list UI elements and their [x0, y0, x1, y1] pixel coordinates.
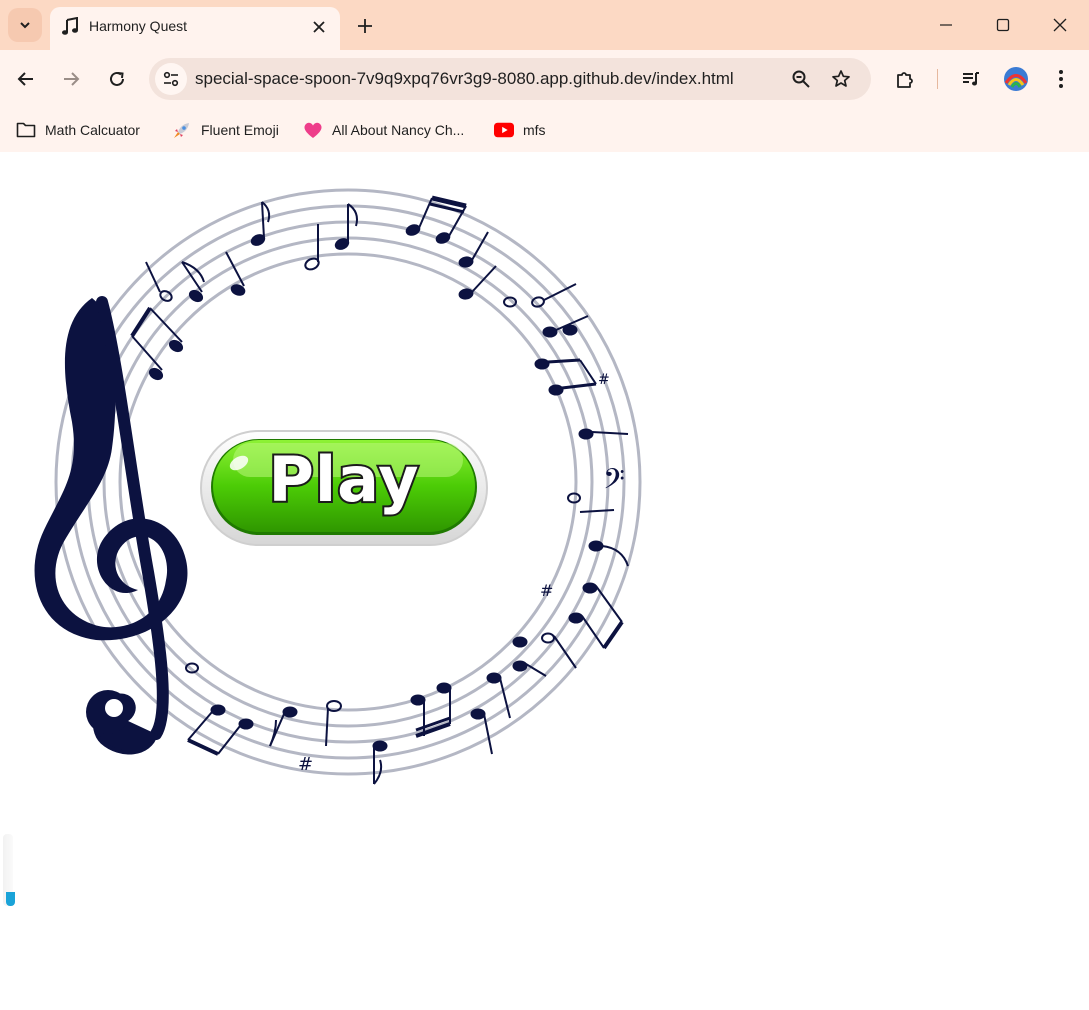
arrow-left-icon	[17, 72, 33, 86]
game-page: # 𝄢 # # Play	[0, 152, 1089, 1010]
tab-active[interactable]: Harmony Quest	[50, 7, 340, 50]
close-icon	[1053, 18, 1067, 32]
forward-button[interactable]	[55, 63, 87, 95]
bookmark-all-about-nancy[interactable]: All About Nancy Ch...	[303, 116, 464, 144]
bookmark-label: All About Nancy Ch...	[332, 122, 465, 138]
close-icon	[313, 21, 325, 33]
loading-progress-fill	[6, 892, 15, 906]
tab-strip: Harmony Quest	[0, 0, 1089, 50]
bookmark-star-button[interactable]	[825, 63, 857, 95]
svg-text:#: #	[540, 581, 553, 600]
plus-icon	[358, 19, 372, 33]
svg-text:𝄢: 𝄢	[603, 463, 625, 503]
browser-toolbar: special-space-spoon-7v9q9xpq76vr3g9-8080…	[0, 50, 1089, 108]
menu-button[interactable]	[1045, 63, 1077, 95]
star-icon	[832, 70, 850, 87]
rocket-icon	[172, 120, 192, 140]
zoom-button[interactable]	[785, 63, 817, 95]
reload-icon	[110, 71, 124, 86]
youtube-icon	[494, 120, 514, 140]
tab-title: Harmony Quest	[89, 18, 188, 34]
profile-avatar[interactable]	[1000, 63, 1032, 95]
toolbar-divider	[937, 69, 938, 89]
loading-progress-bar	[3, 834, 15, 906]
media-controls-button[interactable]	[955, 63, 987, 95]
heart-icon	[303, 120, 323, 140]
arrow-right-icon	[64, 72, 80, 86]
tune-icon	[163, 71, 179, 87]
new-tab-button[interactable]	[352, 13, 378, 39]
site-info-button[interactable]	[155, 63, 187, 95]
treble-clef-icon	[34, 296, 188, 755]
play-label: Play	[266, 441, 420, 518]
address-bar[interactable]: special-space-spoon-7v9q9xpq76vr3g9-8080…	[149, 58, 871, 100]
maximize-icon	[996, 18, 1010, 32]
play-button[interactable]: Play	[199, 429, 489, 547]
svg-text:#: #	[598, 372, 610, 388]
bookmark-label: Fluent Emoji	[201, 122, 279, 138]
maximize-button[interactable]	[974, 0, 1032, 50]
bookmark-math-calculator[interactable]: Math Calcuator	[16, 116, 140, 144]
tab-close-button[interactable]	[308, 16, 330, 38]
avatar-icon	[1004, 67, 1028, 91]
minimize-button[interactable]	[917, 0, 975, 50]
svg-text:#: #	[298, 754, 313, 775]
tab-search-button[interactable]	[8, 8, 42, 42]
back-button[interactable]	[10, 63, 42, 95]
folder-icon	[16, 120, 36, 140]
bookmark-label: Math Calcuator	[45, 122, 140, 138]
bookmarks-bar: Math Calcuator Fluent Emoji All About Na…	[0, 108, 1089, 152]
bookmark-fluent-emoji[interactable]: Fluent Emoji	[172, 116, 279, 144]
close-window-button[interactable]	[1031, 0, 1089, 50]
extensions-button[interactable]	[889, 63, 921, 95]
bookmark-mfs[interactable]: mfs	[494, 116, 546, 144]
music-note-icon	[62, 17, 78, 35]
queue-music-icon	[963, 72, 979, 86]
zoom-out-icon	[792, 70, 810, 88]
minimize-icon	[940, 24, 952, 26]
reload-button[interactable]	[101, 63, 133, 95]
chevron-down-icon	[20, 22, 30, 29]
url-text[interactable]: special-space-spoon-7v9q9xpq76vr3g9-8080…	[195, 69, 734, 89]
more-vert-icon	[1059, 70, 1063, 88]
puzzle-icon	[897, 72, 913, 88]
bookmark-label: mfs	[523, 122, 546, 138]
